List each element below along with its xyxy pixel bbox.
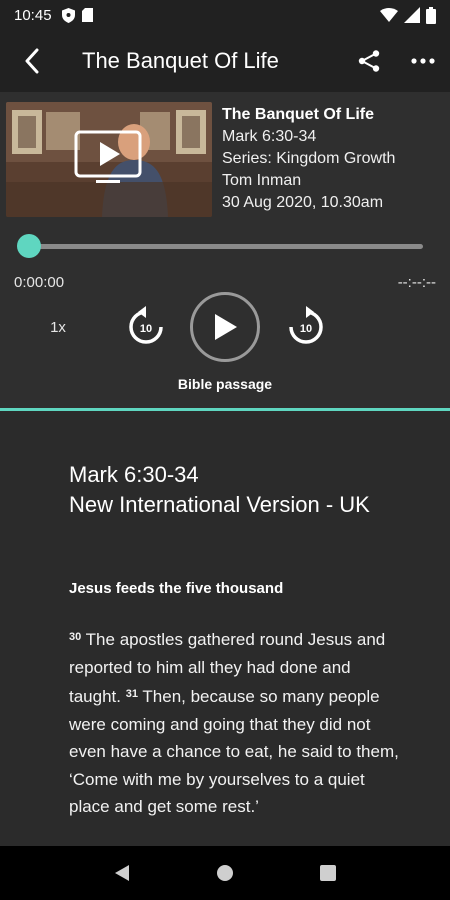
forward-10-icon: 10 (289, 306, 323, 344)
sermon-title: The Banquet Of Life (222, 106, 374, 123)
sermon-series: Series: Kingdom Growth (222, 150, 396, 167)
play-icon (215, 314, 237, 340)
seek-bar[interactable] (28, 244, 423, 249)
playback-speed-button[interactable]: 1x (40, 316, 76, 340)
nav-home-icon (216, 865, 233, 881)
thumbnail-image (6, 102, 212, 217)
passage-reference: Mark 6:30-34 (69, 462, 199, 487)
sermon-date: 30 Aug 2020, 10.30am (222, 194, 384, 211)
nav-home-button[interactable] (205, 853, 245, 893)
more-options-button[interactable] (396, 30, 450, 92)
sim-card-icon (81, 8, 93, 22)
sermon-details: The Banquet Of Life Mark 6:30-34 Series:… (222, 104, 444, 214)
rewind-10-icon: 10 (129, 306, 163, 344)
passage-text: 30 The apostles gathered round Jesus and… (69, 624, 399, 821)
more-icon (411, 58, 435, 64)
total-time: --:--:-- (397, 274, 436, 291)
seek-handle[interactable] (17, 234, 41, 258)
passage-content: Mark 6:30-34 New International Version -… (0, 413, 450, 846)
rewind-button[interactable]: 10 (124, 304, 168, 348)
shield-icon (61, 7, 75, 23)
sermon-reference: Mark 6:30-34 (222, 128, 317, 145)
tab-indicator (0, 408, 450, 411)
player-panel: The Banquet Of Life Mark 6:30-34 Series:… (0, 92, 450, 411)
status-bar: 10:45 (0, 0, 450, 30)
nav-recents-button[interactable] (308, 853, 348, 893)
play-button[interactable] (190, 292, 260, 362)
battery-icon (426, 6, 436, 24)
status-time: 10:45 (14, 6, 52, 24)
current-time: 0:00:00 (14, 274, 65, 291)
rewind-seconds: 10 (140, 323, 152, 335)
signal-icon (404, 7, 420, 23)
nav-back-icon (114, 865, 129, 881)
video-thumbnail[interactable] (6, 102, 212, 217)
passage-version: New International Version - UK (69, 492, 370, 517)
share-icon (358, 50, 380, 72)
back-button[interactable] (0, 30, 64, 92)
system-nav-bar (0, 846, 450, 900)
verse-number: 30 (69, 631, 82, 643)
wifi-icon (380, 8, 398, 22)
nav-back-button[interactable] (102, 853, 142, 893)
forward-button[interactable]: 10 (284, 304, 328, 348)
verse-number: 31 (125, 688, 138, 700)
back-arrow-icon (25, 48, 39, 74)
sermon-speaker: Tom Inman (222, 172, 302, 189)
share-button[interactable] (342, 30, 396, 92)
forward-seconds: 10 (300, 323, 312, 335)
verse-text: Then, because so many people were coming… (69, 687, 399, 816)
tab-bible-passage[interactable]: Bible passage (0, 376, 450, 392)
passage-heading: Jesus feeds the five thousand (69, 580, 284, 597)
page-title: The Banquet Of Life (82, 48, 279, 73)
nav-recents-icon (320, 865, 337, 881)
app-bar: The Banquet Of Life (0, 30, 450, 92)
